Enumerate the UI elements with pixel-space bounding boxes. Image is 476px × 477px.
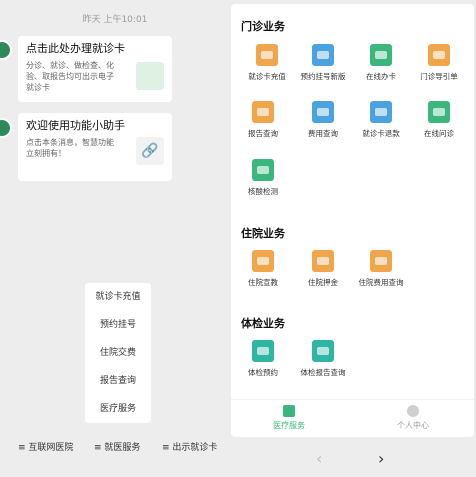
chat-timestamp: 昨天 上午10:01 [82, 15, 148, 25]
menu-item-appointment[interactable]: 预约挂号 [85, 311, 151, 339]
education-icon [252, 250, 274, 272]
deposit-hand-icon [312, 250, 334, 272]
calendar-check-icon [312, 44, 334, 66]
tile-nucleic-test[interactable]: 核酸检测 [235, 159, 291, 197]
checkup-title: 体检业务 [241, 317, 285, 330]
wallet-card-icon [256, 44, 278, 66]
checkup-book-icon [252, 340, 274, 362]
menu-item-report[interactable]: 报告查询 [85, 367, 151, 395]
test-bag-icon [252, 159, 274, 181]
menu-item-card-recharge[interactable]: 就诊卡充值 [85, 283, 151, 311]
tile-guide[interactable]: 门诊导引单 [411, 44, 467, 82]
panel-tabbar: 医疗服务 个人中心 [231, 399, 474, 437]
checkup-report-icon [312, 340, 334, 362]
tile-report[interactable]: 报告查询 [235, 101, 291, 139]
tile-checkup-booking[interactable]: 体检预约 [235, 340, 291, 378]
fee-query-icon [370, 250, 392, 272]
back-arrow-icon[interactable]: ‹ [316, 449, 322, 468]
fee-icon [312, 101, 334, 123]
tile-checkup-report[interactable]: 体检报告查询 [295, 340, 351, 378]
hospital-avatar[interactable] [0, 40, 12, 60]
menu-tab-medical-service[interactable]: ≡ 就医服务 [94, 440, 140, 453]
inpatient-title: 住院业务 [241, 227, 285, 240]
tile-inpatient-fee[interactable]: 住院费用查询 [353, 250, 409, 288]
assistant-message[interactable]: 欢迎使用功能小助手 点击本条消息，智慧功能立刻拥有！ 🔗 [18, 113, 172, 181]
tab-medical-service[interactable]: 医疗服务 [259, 405, 319, 431]
chat-area: 昨天 上午10:01 点击此处办理就诊卡 分诊、就诊、做检查、化验、取报告均可出… [0, 0, 230, 477]
tile-online-card[interactable]: 在线办卡 [353, 44, 409, 82]
card-icon [370, 44, 392, 66]
tile-card-recharge[interactable]: 就诊卡充值 [239, 44, 295, 82]
home-icon [283, 405, 295, 417]
menu-item-medical-service[interactable]: 医疗服务 [85, 395, 151, 423]
menu-item-inpatient-pay[interactable]: 住院交费 [85, 339, 151, 367]
chat-bottom-menu: ≡ 互联网医院 ≡ 就医服务 ≡ 出示就诊卡 [0, 440, 230, 456]
tile-inpatient-education[interactable]: 住院宣教 [235, 250, 291, 288]
card-apply-message[interactable]: 点击此处办理就诊卡 分诊、就诊、做检查、化验、取报告均可出示电子就诊卡 [18, 36, 172, 102]
assistant-desc: 点击本条消息，智慧功能立刻拥有！ [26, 138, 114, 158]
tile-refund[interactable]: 就诊卡退款 [353, 101, 409, 139]
forward-arrow-icon[interactable]: › [378, 449, 384, 468]
report-icon [252, 101, 274, 123]
consult-icon [428, 101, 450, 123]
menu-popup: 就诊卡充值 预约挂号 住院交费 报告查询 医疗服务 [85, 283, 151, 423]
assistant-title: 欢迎使用功能小助手 [26, 119, 125, 132]
outpatient-title: 门诊业务 [241, 20, 285, 33]
tile-inpatient-deposit[interactable]: 住院押金 [295, 250, 351, 288]
tile-appointment[interactable]: 预约挂号新版 [295, 44, 351, 82]
menu-tab-show-card[interactable]: ≡ 出示就诊卡 [162, 440, 217, 453]
service-panel: 门诊业务 就诊卡充值 预约挂号新版 在线办卡 门诊导引单 报告查询 费用查询 就… [231, 4, 474, 437]
tile-fee-query[interactable]: 费用查询 [295, 101, 351, 139]
refund-icon [370, 101, 392, 123]
guide-doc-icon [428, 44, 450, 66]
menu-tab-internet-hospital[interactable]: ≡ 互联网医院 [18, 440, 73, 453]
tile-online-consult[interactable]: 在线问诊 [411, 101, 467, 139]
tab-personal-center[interactable]: 个人中心 [383, 405, 443, 431]
hospital-avatar[interactable] [0, 118, 12, 138]
card-thumbnail-icon [136, 62, 164, 90]
person-icon [407, 405, 419, 417]
card-apply-title: 点击此处办理就诊卡 [26, 42, 125, 55]
card-apply-desc: 分诊、就诊、做检查、化验、取报告均可出示电子就诊卡 [26, 61, 114, 92]
link-icon: 🔗 [136, 137, 164, 165]
